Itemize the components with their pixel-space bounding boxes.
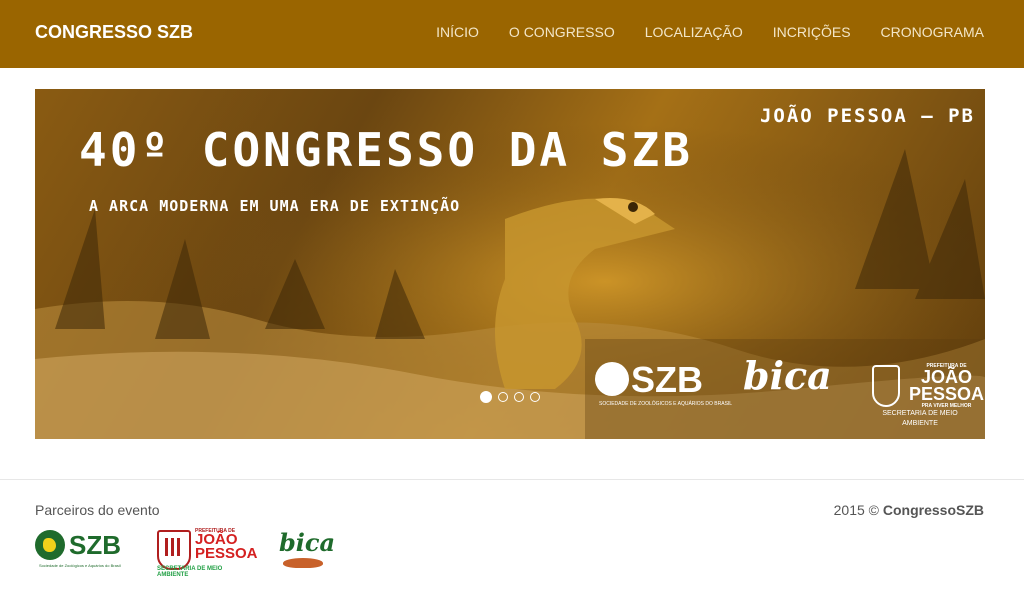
main-nav: INÍCIO O CONGRESSO LOCALIZAÇÃO INCRIÇÕES… xyxy=(406,24,984,40)
slide-bica-logo: bica xyxy=(743,353,832,398)
carousel-indicator-1[interactable] xyxy=(480,391,492,403)
partner-szb-caption: Sociedade de Zoológicos e Aquários do Br… xyxy=(39,563,121,568)
crest-icon xyxy=(872,365,900,407)
globe-icon xyxy=(595,362,629,396)
nav-link-o-congresso[interactable]: O CONGRESSO xyxy=(509,24,615,40)
copyright: 2015 © CongressoSZB xyxy=(834,502,984,518)
slide-partner-logos: SZB SOCIEDADE DE ZOOLÓGICOS E AQUÁRIOS D… xyxy=(595,351,984,427)
copyright-name: CongressoSZB xyxy=(882,502,984,518)
slide-szb-logo: SZB xyxy=(595,359,703,401)
crest-icon xyxy=(157,530,191,570)
slide-prefeitura-logo: PREFEITURA DE JOÃO PESSOA PRA VIVER MELH… xyxy=(909,363,984,409)
carousel-indicator-2[interactable] xyxy=(498,392,508,402)
slide-city-text: JOÃO PESSOA – PB xyxy=(759,105,975,127)
partner-logo-szb[interactable]: SZB Sociedade de Zoológicos e Aquários d… xyxy=(35,528,130,573)
nav-link-cronograma[interactable]: CRONOGRAMA xyxy=(881,24,984,40)
partner-logo-prefeitura[interactable]: PREFEITURA DE JOÃO PESSOA SECRETARIA DE … xyxy=(157,528,258,578)
partner-pref-secretaria: SECRETARIA DE MEIO AMBIENTE xyxy=(157,566,223,578)
partner-logo-bica[interactable]: bica xyxy=(279,528,335,578)
globe-icon xyxy=(35,530,65,560)
carousel-indicator-4[interactable] xyxy=(530,392,540,402)
partner-szb-text: SZB xyxy=(69,530,121,560)
hero-carousel[interactable]: JOÃO PESSOA – PB 40º CONGRESSO DA SZB A … xyxy=(35,89,985,439)
brand-link[interactable]: CONGRESSO SZB xyxy=(35,22,193,43)
nav-link-localizacao[interactable]: LOCALIZAÇÃO xyxy=(645,24,743,40)
monkey-icon xyxy=(283,558,323,568)
carousel-indicators xyxy=(480,391,540,403)
slide-szb-caption: SOCIEDADE DE ZOOLÓGICOS E AQUÁRIOS DO BR… xyxy=(599,401,733,407)
nav-link-inicio[interactable]: INÍCIO xyxy=(436,24,479,40)
top-navbar: CONGRESSO SZB INÍCIO O CONGRESSO LOCALIZ… xyxy=(0,0,1024,68)
footer: Parceiros do evento 2015 © CongressoSZB … xyxy=(0,479,1024,615)
copyright-prefix: 2015 © xyxy=(833,502,879,518)
partners-label: Parceiros do evento xyxy=(35,502,160,518)
slide-pref-secretaria: SECRETARIA DE MEIO AMBIENTE xyxy=(882,410,958,427)
nav-link-incricoes[interactable]: INCRIÇÕES xyxy=(773,24,851,40)
slide-pref-name-2: PESSOA xyxy=(909,384,985,404)
partner-pref-name: JOÃO PESSOA xyxy=(195,531,258,562)
slide-subtitle: A ARCA MODERNA EM UMA ERA DE EXTINÇÃO xyxy=(89,197,461,215)
carousel-indicator-3[interactable] xyxy=(514,392,524,402)
slide-title: 40º CONGRESSO DA SZB xyxy=(79,123,693,177)
partner-bica-text: bica xyxy=(279,528,336,557)
